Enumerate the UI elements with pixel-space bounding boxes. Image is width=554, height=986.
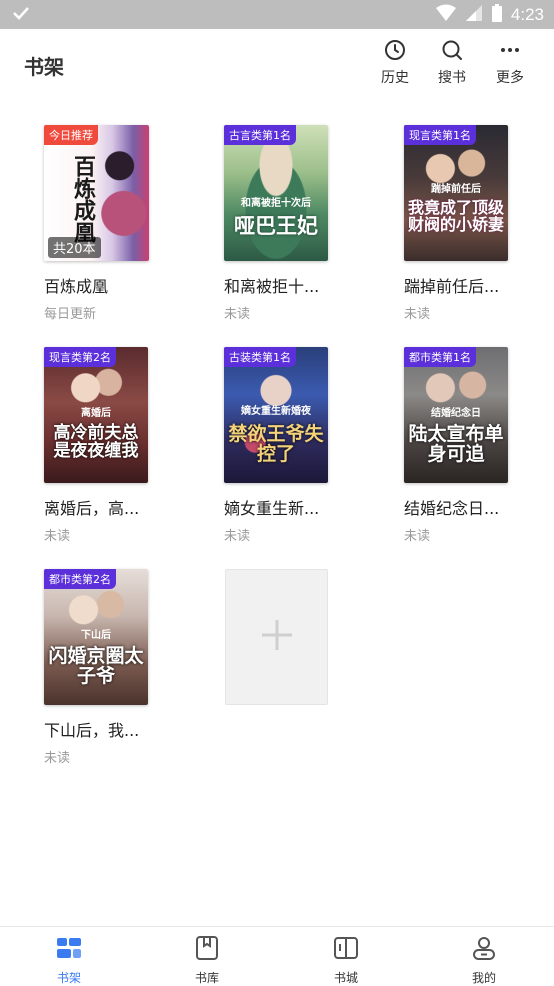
book-item[interactable]: 踹掉前任后 我竟成了顶级财阀的小娇妻 现言类第1名 踹掉前任后... 未读: [404, 125, 524, 322]
book-item[interactable]: 结婚纪念日 陆太宣布单身可追 都市类第1名 结婚纪念日... 未读: [404, 347, 524, 544]
cover-title-text: 陆太宣布单身可追: [408, 423, 504, 465]
signal-icon: [465, 4, 483, 26]
history-button[interactable]: 历史: [372, 39, 418, 87]
cover-title-text: 闪婚京圈太子爷: [48, 645, 144, 687]
nav-bookstore-label: 书城: [333, 971, 358, 985]
wifi-icon: [435, 4, 457, 26]
book-count-chip: 共20本: [48, 237, 101, 258]
cover-subtitle-text: 下山后: [81, 630, 111, 641]
cover-subtitle-text: 离婚后: [81, 408, 111, 419]
history-label: 历史: [381, 70, 409, 86]
more-label: 更多: [496, 70, 524, 86]
add-book-button[interactable]: [225, 569, 328, 705]
book-title: 下山后，我...: [44, 721, 140, 740]
search-icon: [441, 39, 463, 61]
book-item[interactable]: 离婚后 高冷前夫总是夜夜缠我 现言类第2名 离婚后，高... 未读: [44, 347, 164, 544]
cover-title-text: 百炼成凰: [70, 155, 96, 243]
book-status: 未读: [404, 307, 431, 322]
book-status: 未读: [44, 751, 71, 766]
nav-bookstore[interactable]: 书城: [316, 935, 376, 986]
plus-icon: [259, 617, 295, 657]
bottom-nav: 书架 书库 书城 我的: [0, 926, 554, 986]
book-cover[interactable]: 离婚后 高冷前夫总是夜夜缠我 现言类第2名: [44, 347, 148, 483]
status-bar: 4:23: [0, 0, 554, 29]
book-item[interactable]: 下山后 闪婚京圈太子爷 都市类第2名 下山后，我... 未读: [44, 569, 164, 766]
header: 书架 历史 搜书 更多: [0, 29, 554, 99]
nav-profile-label: 我的: [471, 971, 496, 985]
book-title: 离婚后，高...: [44, 499, 140, 518]
bookstore-icon: [333, 935, 359, 965]
nav-library-label: 书库: [194, 971, 219, 985]
book-item[interactable]: 嫡女重生新婚夜 禁欲王爷失控了 古装类第1名 嫡女重生新... 未读: [224, 347, 344, 544]
book-tag: 现言类第1名: [404, 125, 476, 145]
cover-subtitle-text: 嫡女重生新婚夜: [241, 406, 311, 417]
profile-icon: [471, 935, 497, 965]
book-status: 未读: [224, 529, 251, 544]
book-item[interactable]: 百炼成凰 今日推荐 共20本 百炼成凰 每日更新: [44, 125, 164, 322]
book-status: 未读: [224, 307, 251, 322]
book-title: 嫡女重生新...: [224, 499, 320, 518]
book-title: 百炼成凰: [44, 277, 109, 296]
nav-bookshelf-label: 书架: [56, 971, 81, 985]
cover-title-text: 高冷前夫总是夜夜缠我: [53, 423, 139, 461]
book-status: 每日更新: [44, 307, 97, 322]
cover-subtitle-text: 结婚纪念日: [431, 408, 481, 419]
library-icon: [194, 935, 220, 965]
book-status: 未读: [404, 529, 431, 544]
book-title: 结婚纪念日...: [404, 499, 500, 518]
cover-subtitle-text: 和离被拒十次后: [241, 198, 311, 209]
book-cover[interactable]: 踹掉前任后 我竟成了顶级财阀的小娇妻 现言类第1名: [404, 125, 508, 261]
book-title: 和离被拒十...: [224, 277, 320, 296]
nav-bookshelf[interactable]: 书架: [39, 935, 99, 986]
check-icon: [12, 5, 30, 25]
cover-title-text: 禁欲王爷失控了: [228, 423, 324, 465]
nav-profile[interactable]: 我的: [454, 935, 514, 986]
page-title: 书架: [24, 55, 64, 79]
nav-library[interactable]: 书库: [177, 935, 237, 986]
book-cover[interactable]: 结婚纪念日 陆太宣布单身可追 都市类第1名: [404, 347, 508, 483]
more-icon: [499, 39, 521, 61]
status-time: 4:23: [510, 5, 544, 24]
book-tag: 都市类第1名: [404, 347, 476, 367]
more-button[interactable]: 更多: [487, 39, 533, 87]
book-status: 未读: [44, 529, 71, 544]
book-cover[interactable]: 嫡女重生新婚夜 禁欲王爷失控了 古装类第1名: [224, 347, 328, 483]
cover-subtitle-text: 踹掉前任后: [431, 184, 481, 195]
book-tag: 古装类第1名: [224, 347, 296, 367]
book-title: 踹掉前任后...: [404, 277, 500, 296]
search-label: 搜书: [438, 70, 466, 86]
battery-icon: [491, 3, 503, 27]
cover-title-text: 哑巴王妃: [234, 213, 318, 238]
clock-icon: [384, 39, 406, 61]
book-tag: 今日推荐: [44, 125, 98, 145]
search-book-button[interactable]: 搜书: [429, 39, 475, 87]
book-tag: 都市类第2名: [44, 569, 116, 589]
book-cover[interactable]: 下山后 闪婚京圈太子爷 都市类第2名: [44, 569, 148, 705]
cover-title-text: 我竟成了顶级财阀的小娇妻: [408, 198, 505, 234]
book-tag: 现言类第2名: [44, 347, 116, 367]
book-cover[interactable]: 百炼成凰 今日推荐 共20本: [44, 125, 149, 261]
book-tag: 古言类第1名: [224, 125, 296, 145]
book-item[interactable]: 和离被拒十次后 哑巴王妃 古言类第1名 和离被拒十... 未读: [224, 125, 344, 322]
book-cover[interactable]: 和离被拒十次后 哑巴王妃 古言类第1名: [224, 125, 328, 261]
bookshelf-icon: [56, 935, 82, 965]
